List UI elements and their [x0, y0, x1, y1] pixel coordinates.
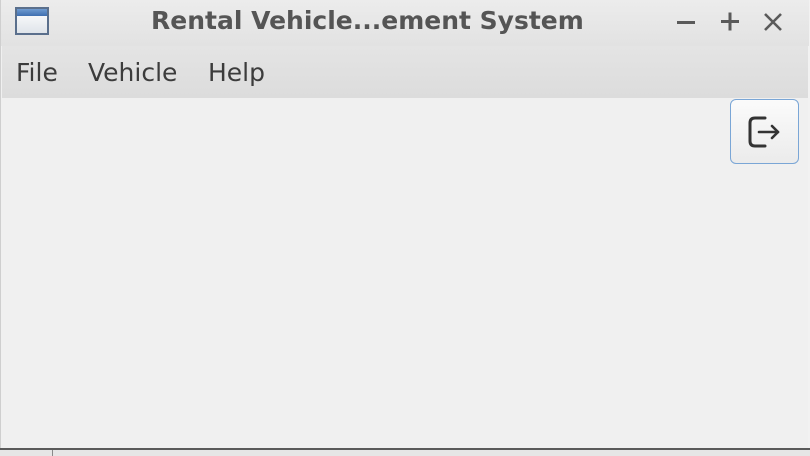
app-window: Rental Vehicle...ement System File Vehic… — [0, 0, 809, 450]
minimize-button[interactable] — [671, 4, 701, 36]
app-window-icon — [15, 7, 49, 35]
main-content-area — [2, 98, 808, 448]
close-icon — [764, 13, 782, 31]
menu-file[interactable]: File — [14, 58, 60, 87]
title-bar[interactable]: Rental Vehicle...ement System — [1, 0, 809, 46]
close-button[interactable] — [758, 4, 788, 36]
maximize-button[interactable] — [715, 4, 745, 36]
minimize-icon — [677, 21, 695, 24]
menu-vehicle[interactable]: Vehicle — [86, 58, 179, 87]
maximize-icon — [721, 12, 739, 31]
logout-button[interactable] — [730, 99, 799, 164]
logout-icon — [748, 116, 780, 148]
menu-bar: File Vehicle Help — [2, 46, 808, 98]
menu-help[interactable]: Help — [206, 58, 267, 87]
window-title: Rental Vehicle...ement System — [151, 6, 584, 35]
bottom-divider — [52, 450, 53, 456]
bottom-strip — [0, 450, 810, 456]
